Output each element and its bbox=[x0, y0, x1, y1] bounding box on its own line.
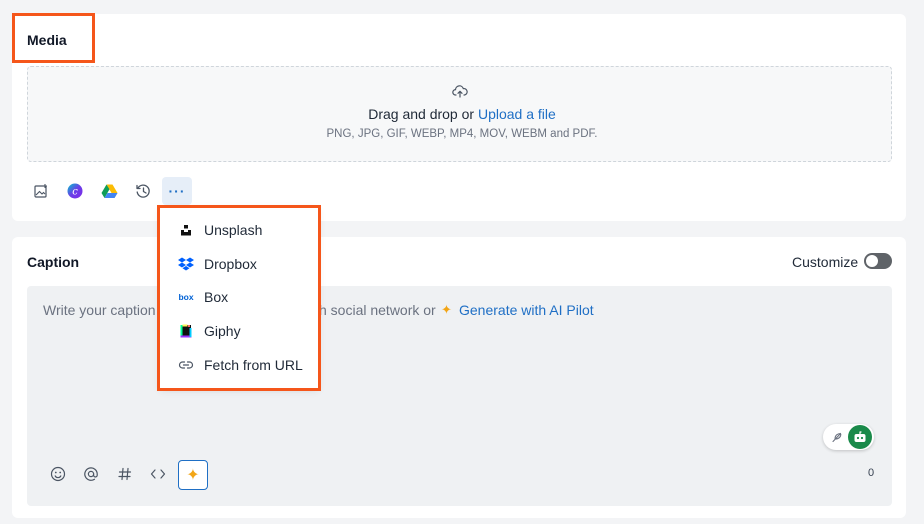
history-icon[interactable] bbox=[132, 180, 154, 202]
box-icon: box bbox=[177, 290, 195, 304]
more-icon[interactable]: ··· bbox=[162, 177, 192, 205]
unsplash-icon bbox=[177, 223, 195, 237]
link-icon bbox=[177, 358, 195, 372]
character-counter: 0 bbox=[868, 467, 875, 479]
code-icon[interactable] bbox=[148, 464, 168, 484]
caption-title: Caption bbox=[27, 254, 80, 270]
google-drive-icon[interactable] bbox=[98, 180, 120, 202]
svg-text:c: c bbox=[72, 187, 78, 198]
sparkle-icon: ✦ bbox=[441, 302, 452, 317]
upload-file-link[interactable]: Upload a file bbox=[478, 106, 556, 122]
dropzone-formats: PNG, JPG, GIF, WEBP, MP4, MOV, WEBM and … bbox=[326, 128, 598, 140]
menu-item-unsplash[interactable]: Unsplash bbox=[177, 220, 262, 240]
menu-item-label: Giphy bbox=[204, 323, 241, 339]
emoji-icon[interactable] bbox=[48, 464, 68, 484]
image-library-icon[interactable] bbox=[30, 180, 52, 202]
customize-label: Customize bbox=[792, 254, 859, 270]
dropzone-label: Drag and drop or bbox=[368, 106, 475, 122]
bot-icon[interactable] bbox=[848, 425, 872, 449]
ai-sparkle-icon[interactable]: ✦ bbox=[178, 460, 208, 490]
menu-item-label: Dropbox bbox=[204, 256, 257, 272]
dropbox-icon bbox=[177, 257, 195, 271]
mention-icon[interactable] bbox=[81, 464, 101, 484]
menu-item-dropbox[interactable]: Dropbox bbox=[177, 254, 257, 274]
menu-item-box[interactable]: box Box bbox=[177, 287, 228, 307]
menu-item-label: Fetch from URL bbox=[204, 357, 303, 373]
svg-text:box: box bbox=[178, 292, 193, 302]
menu-item-giphy[interactable]: Giphy bbox=[177, 321, 241, 341]
giphy-icon bbox=[177, 324, 195, 338]
feather-icon[interactable] bbox=[828, 428, 846, 446]
generate-ai-pilot-link[interactable]: Generate with AI Pilot bbox=[459, 302, 594, 318]
menu-item-fetch-url[interactable]: Fetch from URL bbox=[177, 355, 303, 375]
dropzone-text: Drag and drop or Upload a file bbox=[0, 106, 924, 122]
hashtag-icon[interactable] bbox=[115, 464, 135, 484]
cloud-upload-icon bbox=[452, 85, 468, 98]
canva-icon[interactable]: c bbox=[64, 180, 86, 202]
menu-item-label: Unsplash bbox=[204, 222, 263, 238]
customize-toggle[interactable] bbox=[864, 253, 892, 269]
caption-placeholder-end: h social network or bbox=[319, 302, 436, 318]
caption-placeholder: Write your caption bbox=[43, 302, 156, 318]
menu-item-label: Box bbox=[204, 289, 229, 305]
media-title-highlight bbox=[12, 13, 95, 63]
